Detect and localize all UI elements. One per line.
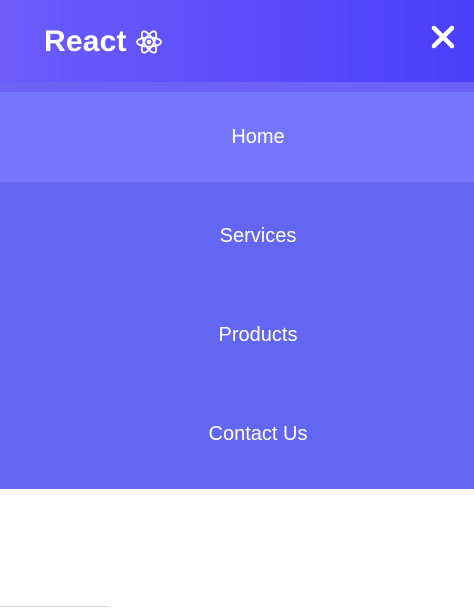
nav-item-products[interactable]: Products bbox=[0, 289, 474, 381]
nav-item-label: Products bbox=[218, 323, 298, 346]
close-menu-button[interactable] bbox=[430, 24, 456, 50]
close-icon bbox=[431, 25, 455, 49]
page: React Home Services Products Contact Us bbox=[0, 0, 474, 613]
nav-item-label: Contact Us bbox=[208, 422, 308, 445]
brand-logo-link[interactable]: React bbox=[44, 22, 163, 62]
brand-title: React bbox=[44, 25, 127, 58]
nav-item-services[interactable]: Services bbox=[0, 190, 474, 282]
divider bbox=[0, 606, 110, 607]
nav-item-label: Services bbox=[219, 224, 297, 247]
nav-item-contact-us[interactable]: Contact Us bbox=[0, 388, 474, 480]
navbar: React bbox=[0, 0, 474, 82]
react-atom-icon bbox=[135, 28, 163, 56]
menu-top-strip bbox=[0, 82, 474, 92]
nav-item-label: Home bbox=[231, 125, 285, 148]
nav-item-home[interactable]: Home bbox=[0, 92, 474, 182]
mobile-nav-menu: Home Services Products Contact Us bbox=[0, 82, 474, 489]
